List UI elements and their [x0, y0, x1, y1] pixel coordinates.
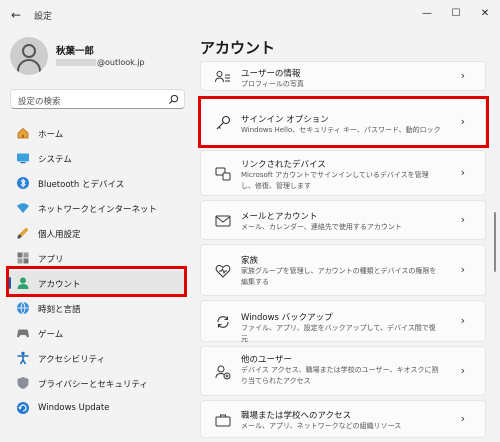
close-button[interactable]: ✕: [473, 4, 497, 24]
chevron-right-icon: ›: [460, 412, 465, 425]
sidebar-item-privacy[interactable]: プライバシーとセキュリティ: [8, 371, 186, 395]
sidebar-item-label: 個人用設定: [38, 230, 81, 240]
card-title: 他のユーザー: [241, 355, 292, 365]
network-icon: [17, 203, 29, 213]
sidebar-item-windows-update[interactable]: Windows Update: [8, 396, 186, 420]
sidebar-item-network[interactable]: ネットワークとインターネット: [8, 196, 186, 220]
highlight-box-accounts: [6, 266, 187, 297]
sidebar-item-label: ホーム: [38, 130, 64, 140]
home-icon: [17, 127, 29, 139]
window-title: 設定: [34, 12, 53, 22]
chevron-right-icon: ›: [460, 166, 465, 179]
chevron-right-icon: ›: [460, 263, 465, 276]
sidebar-item-label: 時刻と言語: [38, 305, 81, 315]
backup-icon: [217, 316, 229, 328]
family-heart-icon: [215, 265, 231, 278]
sidebar-item-bluetooth[interactable]: Bluetooth とデバイス: [8, 171, 186, 195]
sidebar-item-system[interactable]: システム: [8, 146, 186, 170]
gaming-icon: [17, 329, 29, 338]
page-title: アカウント: [200, 39, 276, 57]
card-subtitle: メール、カレンダー、連絡先で使用するアカウント: [241, 223, 402, 231]
back-arrow-icon[interactable]: ←: [8, 7, 24, 23]
user-info-icon: [215, 71, 230, 83]
card-subtitle: 家族グループを管理し、アカウントの種類とデバイスの権限を編集する: [241, 267, 437, 286]
accessibility-icon: [17, 351, 29, 365]
card-subtitle: メール、アプリ、ネットワークなどの組織リソース: [241, 422, 402, 430]
card-title: 家族: [241, 256, 259, 266]
sidebar-item-label: Bluetooth とデバイス: [38, 180, 125, 190]
card-work-school[interactable]: 職場または学校へのアクセス メール、アプリ、ネットワークなどの組織リソース ›: [200, 400, 486, 438]
card-user-info[interactable]: ユーザーの情報 プロフィールの写真 ›: [200, 61, 486, 91]
sidebar-item-personalization[interactable]: 個人用設定: [8, 221, 186, 245]
search-input[interactable]: 設定の検索: [10, 89, 185, 109]
search-placeholder: 設定の検索: [18, 97, 61, 107]
maximize-button[interactable]: ☐: [444, 4, 468, 24]
chevron-right-icon: ›: [460, 69, 465, 82]
privacy-shield-icon: [17, 377, 29, 389]
minimize-button[interactable]: —: [415, 4, 439, 24]
title-bar: ← 設定 — ☐ ✕: [0, 0, 500, 30]
apps-icon: [17, 252, 29, 264]
system-icon: [17, 153, 29, 164]
sidebar-item-label: Windows Update: [38, 403, 110, 413]
sidebar-item-label: アプリ: [38, 255, 64, 265]
windows-update-icon: [17, 402, 29, 414]
bluetooth-icon: [17, 177, 29, 189]
personalization-icon: [17, 227, 29, 239]
card-email-accounts[interactable]: メールとアカウント メール、カレンダー、連絡先で使用するアカウント ›: [200, 200, 486, 240]
sidebar-item-label: ネットワークとインターネット: [38, 205, 158, 215]
avatar[interactable]: [10, 37, 48, 75]
sidebar-item-label: プライバシーとセキュリティ: [38, 380, 148, 390]
card-subtitle: ファイル、アプリ、設定をバックアップして、デバイス間で復元: [241, 324, 436, 343]
sidebar-item-accessibility[interactable]: アクセシビリティ: [8, 346, 186, 370]
other-users-icon: [215, 365, 231, 380]
chevron-right-icon: ›: [460, 364, 465, 377]
sidebar-item-gaming[interactable]: ゲーム: [8, 321, 186, 345]
linked-devices-icon: [215, 167, 231, 181]
card-family[interactable]: 家族 家族グループを管理し、アカウントの種類とデバイスの権限を編集する ›: [200, 244, 486, 296]
chevron-right-icon: ›: [460, 213, 465, 226]
card-title: Windows バックアップ: [241, 313, 333, 323]
card-linked-devices[interactable]: リンクされたデバイス Microsoft アカウントでサインインしているデバイス…: [200, 150, 486, 196]
mail-icon: [215, 215, 231, 227]
card-subtitle: デバイス アクセス、職場または学校のユーザー、キオスクに割り当てられたアクセス: [241, 366, 439, 385]
card-title: メールとアカウント: [241, 212, 318, 222]
card-title: ユーザーの情報: [241, 69, 301, 79]
card-title: リンクされたデバイス: [241, 160, 326, 170]
profile-email: @outlook.jp: [56, 58, 145, 67]
card-title: 職場または学校へのアクセス: [241, 411, 352, 421]
card-subtitle: Microsoft アカウントでサインインしているデバイスを管理し、修復、管理し…: [241, 171, 429, 190]
card-other-users[interactable]: 他のユーザー デバイス アクセス、職場または学校のユーザー、キオスクに割り当てら…: [200, 346, 486, 396]
scrollbar[interactable]: [494, 212, 496, 272]
chevron-right-icon: ›: [460, 314, 465, 327]
profile-name: 秋葉一郎: [56, 46, 95, 57]
sidebar-item-label: システム: [38, 155, 72, 165]
redacted-email-block: [56, 59, 96, 66]
sidebar-item-time-language[interactable]: 時刻と言語: [8, 296, 186, 320]
sidebar-item-home[interactable]: ホーム: [8, 121, 186, 145]
highlight-box-sign-in-options: [198, 96, 489, 148]
card-subtitle: プロフィールの写真: [241, 80, 304, 88]
time-language-icon: [17, 301, 29, 315]
briefcase-icon: [215, 414, 231, 427]
sidebar-item-label: ゲーム: [38, 330, 64, 340]
sidebar-item-label: アクセシビリティ: [38, 355, 106, 365]
search-icon: [168, 94, 179, 105]
card-windows-backup[interactable]: Windows バックアップ ファイル、アプリ、設定をバックアップして、デバイス…: [200, 300, 486, 343]
